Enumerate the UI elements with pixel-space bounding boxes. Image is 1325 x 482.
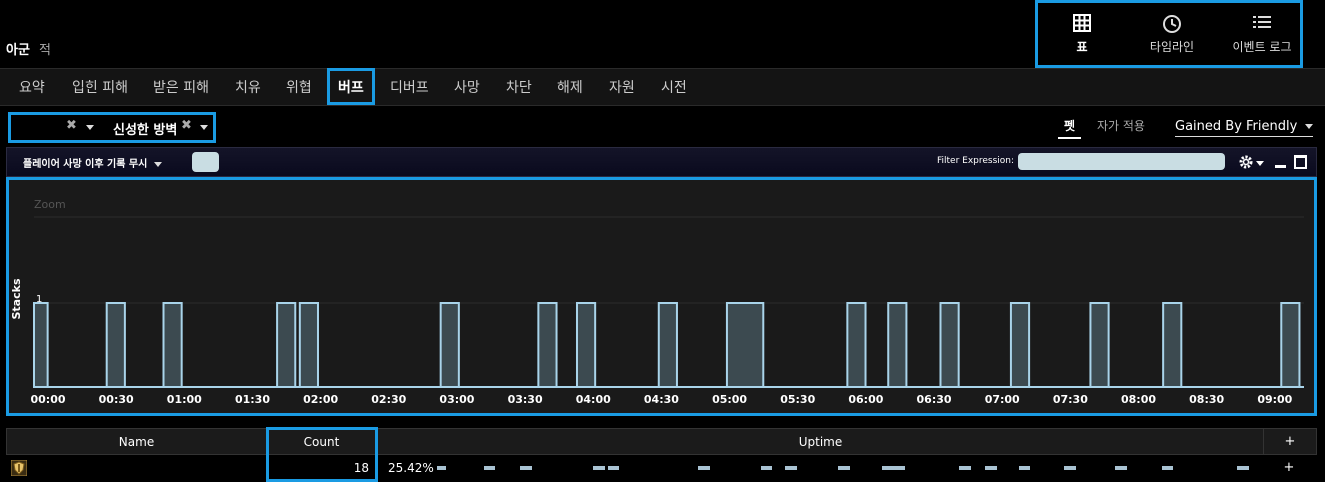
highlight-active-tab bbox=[327, 68, 375, 105]
uptime-segment bbox=[958, 466, 971, 470]
tab-healing[interactable]: 치유 bbox=[235, 77, 261, 97]
uptime-segment bbox=[607, 466, 620, 470]
death-option-label: 플레이어 사망 이후 기록 무시 bbox=[23, 159, 148, 170]
uptime-segment bbox=[697, 466, 710, 470]
gear-icon[interactable] bbox=[1238, 154, 1254, 170]
tab-damage-done[interactable]: 입힌 피해 bbox=[72, 77, 128, 97]
uptime-segment bbox=[881, 466, 905, 470]
tab-interrupts[interactable]: 차단 bbox=[506, 77, 532, 97]
uptime-strip bbox=[437, 466, 1252, 470]
top-bar: 아군 적 표 타임라인 이벤트 로그 bbox=[0, 0, 1325, 69]
col-uptime[interactable]: Uptime bbox=[378, 435, 1263, 449]
tab-damage-taken[interactable]: 받은 피해 bbox=[153, 77, 209, 97]
filter-row: ✖ 신성한 방벽 ✖ 펫 자가 적용 Gained By Friendly bbox=[0, 106, 1325, 146]
panel-header: 플레이어 사망 이후 기록 무시 Filter Expression: bbox=[6, 147, 1317, 177]
highlight-count-column bbox=[266, 427, 378, 482]
filter-expression-label: Filter Expression: bbox=[937, 156, 1015, 166]
filter-expression-input[interactable] bbox=[1018, 153, 1225, 170]
row-expand-button[interactable]: + bbox=[1263, 460, 1315, 475]
highlight-view-switcher bbox=[1035, 0, 1303, 68]
uptime-segment bbox=[1018, 466, 1031, 470]
tab-casts[interactable]: 시전 bbox=[661, 77, 687, 97]
expand-all-button[interactable]: + bbox=[1264, 434, 1316, 449]
enemy-toggle[interactable]: 적 bbox=[39, 39, 51, 58]
table-row[interactable]: 18 25.42% + bbox=[6, 456, 1317, 482]
row-uptime-percent: 25.42% bbox=[388, 461, 434, 475]
tab-threat[interactable]: 위협 bbox=[286, 77, 312, 97]
chevron-down-icon bbox=[153, 161, 162, 167]
uptime-segment bbox=[437, 466, 446, 470]
table-header: Name Count Uptime + bbox=[6, 428, 1317, 455]
uptime-segment bbox=[593, 466, 605, 470]
tab-summary[interactable]: 요약 bbox=[19, 77, 45, 97]
pet-toggle[interactable]: 펫 bbox=[1058, 117, 1082, 139]
tab-resources[interactable]: 자원 bbox=[609, 77, 635, 97]
chevron-down-icon bbox=[1305, 124, 1314, 129]
gained-by-dropdown[interactable]: Gained By Friendly bbox=[1175, 119, 1314, 137]
maximize-icon[interactable] bbox=[1294, 155, 1307, 169]
tab-deaths[interactable]: 사망 bbox=[454, 77, 480, 97]
toggle-switch[interactable] bbox=[192, 152, 219, 172]
uptime-segment bbox=[1237, 466, 1250, 470]
uptime-segment bbox=[483, 466, 496, 470]
gained-by-label: Gained By Friendly bbox=[1175, 119, 1298, 134]
uptime-segment bbox=[760, 466, 773, 470]
tab-bar: 요약 입힌 피해 받은 피해 치유 위협 버프 디버프 사망 차단 해제 자원 … bbox=[0, 68, 1325, 106]
friendly-toggle[interactable]: 아군 bbox=[6, 39, 30, 58]
buff-timeline-chart: Zoom Stacks 1 0 00:0000:3001:0001:3002:0… bbox=[6, 177, 1317, 416]
tab-dispels[interactable]: 해제 bbox=[557, 77, 583, 97]
minimize-icon[interactable] bbox=[1275, 165, 1286, 168]
uptime-segment bbox=[520, 466, 532, 470]
highlight-chart bbox=[6, 177, 1317, 416]
uptime-segment bbox=[785, 466, 798, 470]
highlight-filters bbox=[8, 112, 216, 143]
death-option-dropdown[interactable]: 플레이어 사망 이후 기록 무시 bbox=[23, 155, 162, 170]
self-apply-toggle[interactable]: 자가 적용 bbox=[1097, 117, 1145, 134]
gear-caret[interactable] bbox=[1256, 161, 1264, 166]
uptime-segment bbox=[1161, 466, 1174, 470]
tab-debuffs[interactable]: 디버프 bbox=[390, 77, 429, 97]
shield-icon bbox=[11, 460, 27, 476]
uptime-segment bbox=[1114, 466, 1127, 470]
uptime-segment bbox=[1063, 466, 1076, 470]
uptime-segment bbox=[837, 466, 850, 470]
col-name[interactable]: Name bbox=[7, 435, 266, 449]
uptime-segment bbox=[985, 466, 997, 470]
